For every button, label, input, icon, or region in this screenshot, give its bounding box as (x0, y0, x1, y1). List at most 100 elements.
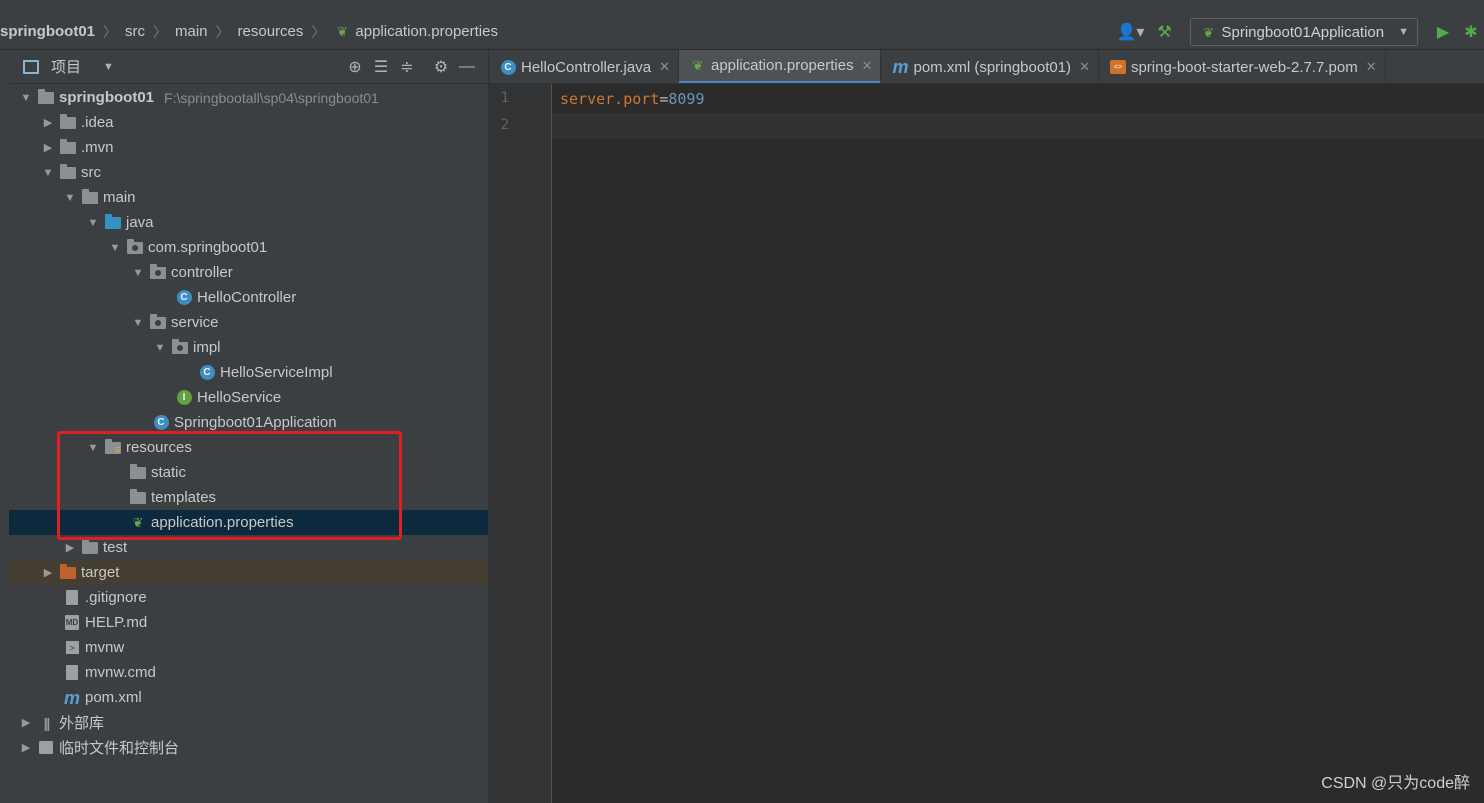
package-icon (126, 238, 144, 256)
library-icon: ||| (43, 714, 51, 731)
close-icon[interactable]: ✕ (1079, 59, 1090, 75)
breadcrumb-separator-icon: 〉 (215, 23, 230, 40)
package-icon (149, 313, 167, 331)
project-panel-header: 项目 ▼ ⊕ ☰ ≑ ⚙ — (9, 50, 488, 84)
tree-item-scratches[interactable]: ▶ 临时文件和控制台 (9, 735, 488, 760)
chevron-down-icon: ▼ (1398, 26, 1409, 38)
tree-item-help-md[interactable]: MD HELP.md (9, 610, 488, 635)
chevron-down-icon[interactable]: ▼ (37, 167, 59, 179)
folder-icon (81, 538, 99, 556)
chevron-down-icon[interactable]: ▼ (59, 192, 81, 204)
expand-all-icon[interactable]: ☰ (368, 57, 394, 77)
chevron-down-icon[interactable]: ▼ (15, 92, 37, 104)
gear-icon[interactable]: ⚙ (428, 57, 454, 77)
source-folder-icon (104, 213, 122, 231)
tree-item-helloserviceimpl[interactable]: C HelloServiceImpl (9, 360, 488, 385)
tab-spring-boot-starter-web-pom[interactable]: <> spring-boot-starter-web-2.7.7.pom ✕ (1099, 50, 1386, 83)
chevron-down-icon[interactable]: ▼ (82, 217, 104, 229)
tree-item-hellocontroller[interactable]: C HelloController (9, 285, 488, 310)
breadcrumb-item-main[interactable]: main (175, 23, 208, 40)
spring-boot-icon: ❦ (1203, 24, 1214, 40)
tree-item-java[interactable]: ▼ java (9, 210, 488, 235)
tree-item-label: .mvn (81, 139, 114, 156)
tree-item-pom-xml[interactable]: m pom.xml (9, 685, 488, 710)
tab-label: pom.xml (springboot01) (913, 58, 1072, 76)
breadcrumb-item-resources[interactable]: resources (238, 23, 304, 40)
tree-item-label: test (103, 539, 128, 556)
close-icon[interactable]: ✕ (862, 58, 873, 74)
tree-item-mvnw-cmd[interactable]: mvnw.cmd (9, 660, 488, 685)
package-icon (149, 263, 167, 281)
tree-item-label: mvnw (85, 639, 125, 656)
tree-item-external-libraries[interactable]: ▶ ||| 外部库 (9, 710, 488, 735)
run-config-label: Springboot01Application (1221, 23, 1385, 41)
tree-item-service[interactable]: ▼ service (9, 310, 488, 335)
project-panel-title[interactable]: 项目 (51, 56, 81, 77)
spring-boot-class-icon: C (152, 415, 170, 431)
module-folder-icon (37, 88, 55, 106)
tree-item-label: com.springboot01 (148, 239, 268, 256)
chevron-right-icon[interactable]: ▶ (15, 741, 37, 754)
tree-item-com-springboot01[interactable]: ▼ com.springboot01 (9, 235, 488, 260)
tree-item-springboot01[interactable]: ▼ springboot01 F:\springbootall\sp04\spr… (9, 85, 488, 110)
tab-pom-xml[interactable]: m pom.xml (springboot01) ✕ (881, 50, 1099, 83)
tree-item-mvnw[interactable]: > mvnw (9, 635, 488, 660)
tree-item-impl[interactable]: ▼ impl (9, 335, 488, 360)
run-icon[interactable]: ▶ (1428, 22, 1458, 42)
breadcrumb-separator-icon: 〉 (311, 23, 326, 40)
chevron-down-icon[interactable]: ▼ (127, 267, 149, 279)
folder-icon (59, 138, 77, 156)
tree-item-controller[interactable]: ▼ controller (9, 260, 488, 285)
navigation-bar: springboot01 〉 src 〉 main 〉 resources 〉 … (0, 14, 1484, 50)
tree-item-label: controller (171, 264, 233, 281)
chevron-down-icon[interactable]: ▼ (103, 61, 114, 73)
breadcrumb-item-src[interactable]: src (125, 23, 145, 40)
editor-tab-bar: C HelloController.java ✕ ❦ application.p… (489, 50, 1484, 84)
shell-script-icon: > (63, 640, 81, 656)
editor-gutter: 1 2 (489, 84, 552, 803)
tree-item-label: .idea (81, 114, 114, 131)
debug-icon[interactable]: ✱ (1458, 22, 1484, 42)
chevron-right-icon[interactable]: ▶ (37, 141, 59, 154)
spring-properties-icon: ❦ (336, 24, 348, 39)
tree-item-mvn[interactable]: ▶ .mvn (9, 135, 488, 160)
annotation-highlight-box (57, 431, 402, 540)
chevron-right-icon[interactable]: ▶ (37, 566, 59, 579)
markdown-file-icon: MD (63, 615, 81, 631)
collapse-all-icon[interactable]: ≑ (394, 57, 420, 77)
tab-label: spring-boot-starter-web-2.7.7.pom (1130, 58, 1358, 76)
tree-item-label: impl (193, 339, 221, 356)
breadcrumb-item-project[interactable]: springboot01 (0, 23, 95, 40)
run-configuration-select[interactable]: ❦ Springboot01Application ▼ (1190, 18, 1418, 46)
property-key: server.port (560, 90, 660, 108)
tab-hellocontroller-java[interactable]: C HelloController.java ✕ (489, 50, 679, 83)
tab-application-properties[interactable]: ❦ application.properties ✕ (678, 50, 882, 83)
maven-icon: m (63, 687, 80, 708)
close-icon[interactable]: ✕ (1366, 59, 1377, 75)
close-icon[interactable]: ✕ (659, 59, 670, 75)
breadcrumb-item-file[interactable]: ❦ application.properties (333, 23, 498, 40)
tree-item-src[interactable]: ▼ src (9, 160, 488, 185)
excluded-folder-icon (59, 563, 77, 581)
chevron-right-icon[interactable]: ▶ (37, 116, 59, 129)
tree-item-label: .gitignore (85, 589, 147, 606)
user-icon[interactable]: 👤▾ (1112, 22, 1148, 42)
tree-item-helloservice[interactable]: I HelloService (9, 385, 488, 410)
tree-item-target[interactable]: ▶ target (9, 560, 488, 585)
build-hammer-icon[interactable]: ⚒ (1148, 22, 1180, 42)
chevron-right-icon[interactable]: ▶ (59, 541, 81, 554)
code-editor[interactable]: server.port=8099 (552, 84, 1484, 803)
tree-item-gitignore[interactable]: .gitignore (9, 585, 488, 610)
class-icon: C (499, 59, 517, 75)
tree-item-label: 临时文件和控制台 (59, 740, 180, 757)
chevron-right-icon[interactable]: ▶ (15, 716, 37, 729)
scratches-icon (37, 740, 55, 756)
chevron-down-icon[interactable]: ▼ (127, 317, 149, 329)
tree-item-idea[interactable]: ▶ .idea (9, 110, 488, 135)
chevron-down-icon[interactable]: ▼ (104, 242, 126, 254)
tree-item-path: F:\springbootall\sp04\springboot01 (164, 89, 379, 106)
minimize-icon[interactable]: — (454, 58, 480, 76)
chevron-down-icon[interactable]: ▼ (149, 342, 171, 354)
tree-item-main[interactable]: ▼ main (9, 185, 488, 210)
locate-file-icon[interactable]: ⊕ (342, 57, 368, 77)
